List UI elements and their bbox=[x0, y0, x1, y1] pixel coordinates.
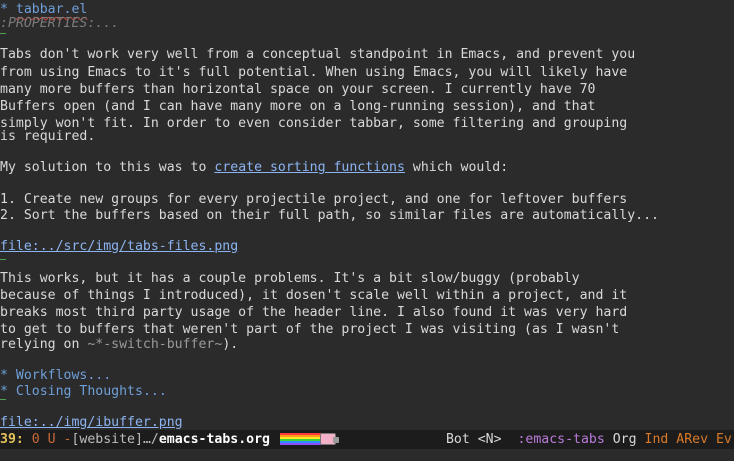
minor-modes[interactable]: Ind ARev Ev bbox=[645, 430, 732, 449]
evil-state: <N> bbox=[477, 432, 502, 447]
sorting-functions-link[interactable]: create sorting functions bbox=[214, 160, 405, 175]
text-span: which would: bbox=[404, 160, 509, 175]
buffer-directory: [website]…/ bbox=[71, 432, 159, 447]
buffer-filename[interactable]: emacs-tabs.org bbox=[159, 430, 270, 449]
text-span: ). bbox=[222, 337, 239, 352]
heading-title: Workflows... bbox=[15, 368, 112, 383]
heading-star-icon: * bbox=[0, 384, 8, 399]
heading-title: Closing Thoughts... bbox=[15, 384, 167, 399]
git-gutter-mark bbox=[0, 399, 6, 400]
mode-line: 39: 0 U -[website]…/emacs-tabs.org Bot <… bbox=[0, 430, 734, 449]
file-link-ibuffer[interactable]: file:../img/ibuffer.png bbox=[0, 413, 183, 430]
paragraph-line: relying on ~*-switch-buffer~). bbox=[0, 335, 238, 354]
paragraph-line: My solution to this was to create sortin… bbox=[0, 158, 508, 177]
git-gutter-mark bbox=[0, 33, 6, 34]
properties-drawer[interactable]: :PROPERTIES:... bbox=[0, 14, 119, 33]
line-number: 39 bbox=[0, 432, 16, 447]
text-span: My solution to this was to bbox=[0, 160, 215, 175]
heading-closing-thoughts[interactable]: * Closing Thoughts... bbox=[0, 382, 167, 401]
projectile-project[interactable]: :emacs-tabs bbox=[517, 430, 604, 449]
line-colon: : bbox=[15, 432, 24, 447]
paragraph-line: is required. bbox=[0, 129, 96, 144]
text-span: relying on bbox=[0, 337, 88, 352]
heading-star-icon: * bbox=[0, 368, 8, 383]
nyan-cat-icon[interactable] bbox=[279, 433, 339, 446]
buffer-status: 0 U - bbox=[23, 432, 72, 447]
editor-buffer[interactable]: * tabbar.el :PROPERTIES:... Tabs don't w… bbox=[0, 0, 734, 430]
inline-code: ~*-switch-buffer~ bbox=[87, 337, 223, 352]
rainbow-stripe bbox=[279, 443, 324, 445]
list-item: 2. Sort the buffers based on their full … bbox=[0, 208, 659, 223]
buffer-position: Bot bbox=[445, 432, 470, 447]
git-gutter-mark bbox=[0, 259, 6, 260]
file-link-tabs-files[interactable]: file:../src/img/tabs-files.png bbox=[0, 237, 238, 256]
paragraph-line: Tabs don't work very well from a concept… bbox=[0, 47, 636, 62]
echo-area bbox=[0, 449, 734, 461]
major-mode[interactable]: Org bbox=[613, 430, 637, 449]
cat-icon bbox=[319, 433, 339, 445]
